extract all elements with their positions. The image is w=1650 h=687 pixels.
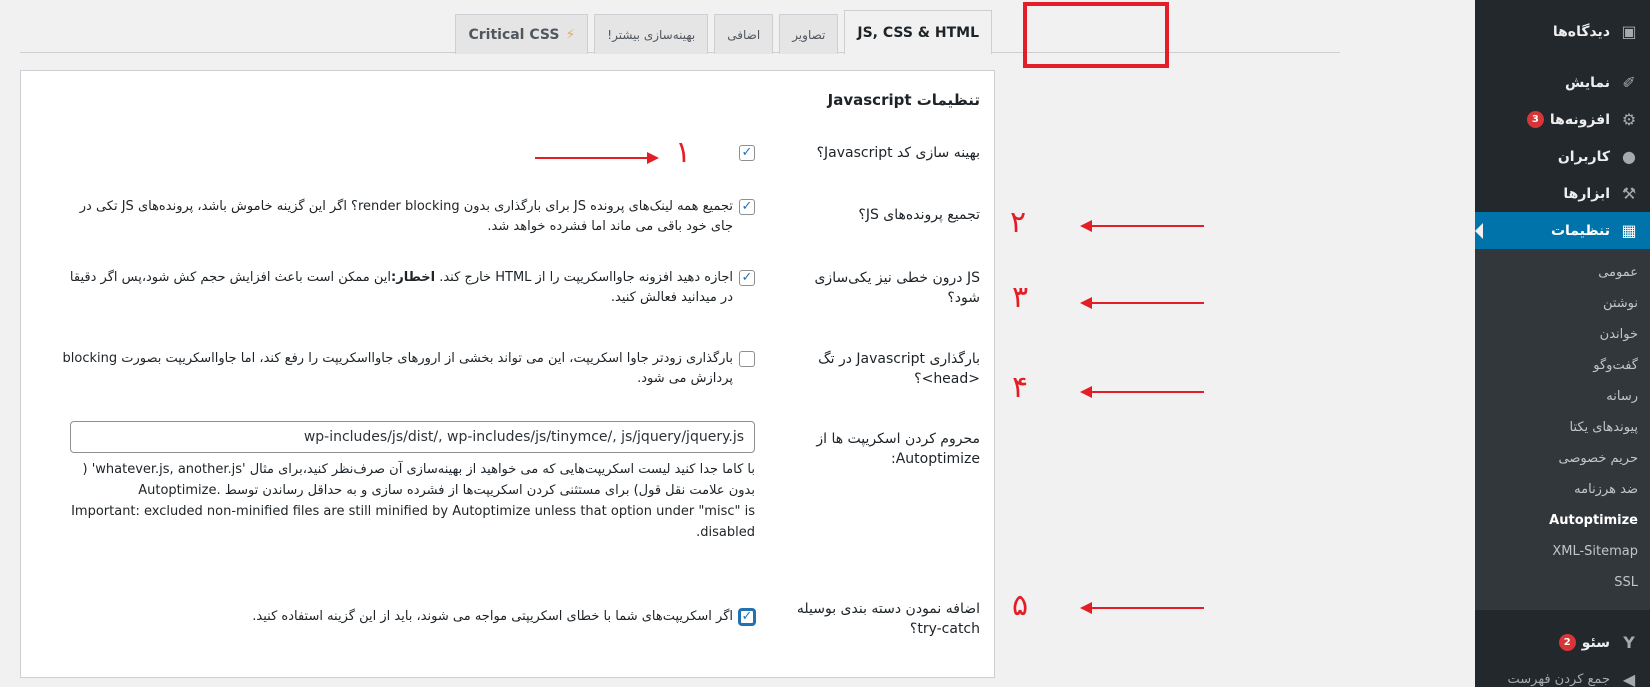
- annotation-number-1: ۱: [675, 135, 692, 170]
- inline-js-label: JS درون خطی نیز یکی‌سازی شود؟: [814, 270, 980, 306]
- defer-head-field: بارگذاری زودتر جاوا اسکریپت، این می توان…: [55, 349, 755, 389]
- yoast-icon: Y: [1623, 633, 1635, 652]
- lightning-icon: ⚡: [565, 26, 576, 43]
- settings-tabs: JS, CSS & HTML تصاویر اضافی بهینه‌سازی ب…: [455, 10, 992, 54]
- menu-appearance[interactable]: ✐ نمایش: [1475, 64, 1650, 101]
- settings-icon: ▦: [1621, 221, 1637, 240]
- menu-users-label: کاربران: [1557, 148, 1610, 165]
- annotation-number-2: ۲: [1010, 205, 1027, 240]
- annotation-number-5: ۵: [1012, 588, 1029, 623]
- tab-images[interactable]: تصاویر: [779, 14, 839, 54]
- menu-users[interactable]: ● کاربران: [1475, 138, 1650, 175]
- wrench-icon: ⚒: [1621, 184, 1637, 203]
- submenu-privacy[interactable]: حریم خصوصی: [1475, 443, 1650, 474]
- exclude-label: محروم کردن اسکریپت ها از Autoptimize:: [816, 431, 980, 467]
- menu-plugins-label: افزونه‌ها: [1549, 111, 1610, 128]
- aggregate-js-checkbox[interactable]: [739, 199, 755, 215]
- submenu-autoptimize[interactable]: Autoptimize: [1475, 505, 1650, 536]
- tab-highlight-annotation: [1023, 2, 1169, 68]
- seo-notification-badge: 2: [1558, 634, 1576, 651]
- try-catch-label: اضافه نمودن دسته بندی بوسیله try-catch؟: [796, 601, 980, 637]
- settings-submenu: عمومی نوشتن خواندن گفت‌وگو رسانه پیوندها…: [1475, 249, 1650, 610]
- menu-settings[interactable]: ▦ تنظیمات: [1475, 212, 1650, 249]
- comment-icon: ▣: [1621, 22, 1637, 41]
- annotation-arrow-2: [1080, 220, 1204, 232]
- tab-critical-css[interactable]: ⚡ Critical CSS: [455, 14, 589, 54]
- menu-comments[interactable]: ▣ دیدگاه‌ها: [1475, 13, 1650, 50]
- menu-comments-label: دیدگاه‌ها: [1552, 23, 1610, 40]
- menu-settings-label: تنظیمات: [1550, 222, 1610, 239]
- submenu-permalinks[interactable]: پیوندهای یکتا: [1475, 412, 1650, 443]
- menu-tools-label: ابزارها: [1563, 185, 1610, 202]
- annotation-arrow-1: [535, 152, 659, 164]
- plugins-update-badge: 3: [1526, 111, 1544, 128]
- annotation-arrow-3: [1080, 297, 1204, 309]
- inline-js-desc: اجازه دهید افزونه جاوااسکریپت را از HTML…: [55, 268, 733, 308]
- menu-collapse[interactable]: ◀ جمع کردن فهرست: [1475, 661, 1650, 687]
- menu-seo-label: سئو: [1581, 634, 1610, 651]
- tab-optimize-more[interactable]: بهینه‌سازی بیشتر!: [594, 14, 709, 54]
- submenu-xml-sitemap[interactable]: XML-Sitemap: [1475, 536, 1650, 567]
- aggregate-js-field: تجمیع همه لینک‌های پرونده JS برای بارگذا…: [55, 197, 755, 237]
- submenu-reading[interactable]: خواندن: [1475, 319, 1650, 350]
- user-icon: ●: [1622, 147, 1636, 166]
- exclude-scripts-input[interactable]: [70, 421, 755, 453]
- menu-seo[interactable]: Y سئو 2: [1475, 624, 1650, 661]
- defer-head-label: بارگذاری Javascript در تگ <head>؟: [818, 351, 980, 387]
- aggregate-js-desc: تجمیع همه لینک‌های پرونده JS برای بارگذا…: [79, 199, 733, 234]
- brush-icon: ✐: [1622, 73, 1636, 92]
- optimize-js-checkbox[interactable]: [739, 145, 755, 161]
- tab-critical-css-label: Critical CSS: [468, 26, 560, 43]
- submenu-writing[interactable]: نوشتن: [1475, 288, 1650, 319]
- exclude-desc: با کاما جدا کنید لیست اسکریپت‌هایی که می…: [71, 462, 755, 540]
- menu-appearance-label: نمایش: [1565, 74, 1610, 91]
- annotation-arrow-5: [1080, 602, 1204, 614]
- try-catch-checkbox[interactable]: [739, 609, 755, 625]
- menu-collapse-label: جمع کردن فهرست: [1507, 672, 1610, 687]
- inline-js-desc-prefix: اجازه دهید افزونه جاوااسکریپت را از HTML…: [435, 270, 733, 285]
- plugin-icon: ⚙: [1621, 110, 1637, 129]
- annotation-arrow-4: [1080, 386, 1204, 398]
- collapse-icon: ◀: [1622, 670, 1636, 687]
- panel-title: تنظیمات Javascript: [827, 91, 980, 109]
- submenu-discussion[interactable]: گفت‌وگو: [1475, 350, 1650, 381]
- exclude-field: با کاما جدا کنید لیست اسکریپت‌هایی که می…: [55, 421, 755, 543]
- try-catch-desc: اگر اسکریپت‌های شما با خطای اسکریپتی موا…: [252, 609, 733, 624]
- annotation-number-3: ۳: [1012, 280, 1029, 315]
- admin-sidebar: ▣ دیدگاه‌ها ✐ نمایش ⚙ افزونه‌ها 3 ● کارب…: [1475, 0, 1650, 687]
- defer-head-checkbox[interactable]: [739, 351, 755, 367]
- tab-js-css-html[interactable]: JS, CSS & HTML: [844, 10, 992, 54]
- inline-js-warning: اخطار:: [391, 270, 436, 285]
- inline-js-checkbox[interactable]: [739, 270, 755, 286]
- settings-panel: تنظیمات Javascript بهینه سازی کد Javascr…: [20, 70, 995, 678]
- submenu-ssl[interactable]: SSL: [1475, 567, 1650, 598]
- annotation-number-4: ۴: [1012, 370, 1029, 405]
- try-catch-field: اگر اسکریپت‌های شما با خطای اسکریپتی موا…: [55, 607, 755, 627]
- submenu-antispam[interactable]: ضد هرزنامه: [1475, 474, 1650, 505]
- menu-tools[interactable]: ⚒ ابزارها: [1475, 175, 1650, 212]
- submenu-general[interactable]: عمومی: [1475, 257, 1650, 288]
- inline-js-field: اجازه دهید افزونه جاوااسکریپت را از HTML…: [55, 268, 755, 308]
- submenu-media[interactable]: رسانه: [1475, 381, 1650, 412]
- menu-plugins[interactable]: ⚙ افزونه‌ها 3: [1475, 101, 1650, 138]
- defer-head-desc: بارگذاری زودتر جاوا اسکریپت، این می توان…: [62, 351, 733, 386]
- optimize-js-label: بهینه سازی کد Javascript؟: [816, 145, 980, 161]
- tab-extra[interactable]: اضافی: [714, 14, 774, 54]
- aggregate-js-label: تجمیع پرونده‌های JS؟: [858, 207, 980, 223]
